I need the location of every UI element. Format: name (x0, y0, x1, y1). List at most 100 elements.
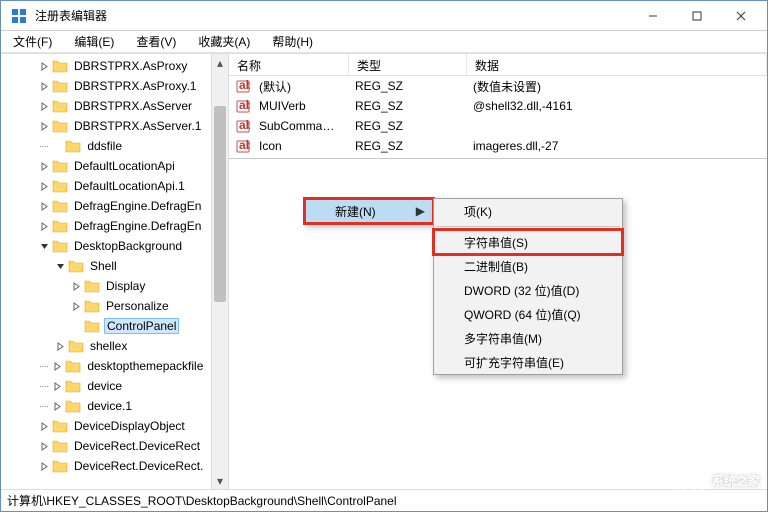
menu-view[interactable]: 查看(V) (130, 31, 182, 52)
column-type[interactable]: 类型 (349, 54, 467, 75)
tree-item[interactable]: ····device (1, 376, 228, 396)
expand-arrow-icon[interactable] (39, 101, 50, 112)
expand-arrow-icon[interactable] (71, 301, 82, 312)
menu-edit[interactable]: 编辑(E) (68, 31, 120, 52)
expand-arrow-icon[interactable] (55, 341, 66, 352)
menu-item-multi[interactable]: 多字符串值(M) (434, 326, 622, 350)
tree-item-label: ddsfile (85, 139, 124, 153)
folder-icon (52, 119, 68, 133)
menu-favorites[interactable]: 收藏夹(A) (192, 31, 256, 52)
tree-item-label: DBRSTPRX.AsProxy (72, 59, 189, 73)
tree-item[interactable]: ····desktopthemepackfile (1, 356, 228, 376)
expand-arrow-icon[interactable] (39, 61, 50, 72)
menu-item-label: 字符串值(S) (464, 234, 528, 251)
tree-item[interactable]: DefaultLocationApi.1 (1, 176, 228, 196)
submenu-new: 项(K) 字符串值(S) 二进制值(B) DWORD (32 位)值(D) QW… (433, 198, 623, 375)
tree-item[interactable]: Display (1, 276, 228, 296)
values-header: 名称 类型 数据 (229, 54, 767, 76)
folder-icon (84, 299, 100, 313)
tree-item-label: shellex (88, 339, 129, 353)
maximize-button[interactable] (675, 1, 719, 31)
tree-item[interactable]: DBRSTPRX.AsProxy (1, 56, 228, 76)
tree-item[interactable]: Shell (1, 256, 228, 276)
column-data[interactable]: 数据 (467, 54, 767, 75)
tree-item[interactable]: DBRSTPRX.AsServer (1, 96, 228, 116)
expand-arrow-icon[interactable] (52, 361, 63, 372)
expand-arrow-icon[interactable] (39, 121, 50, 132)
expand-arrow-icon[interactable] (71, 321, 82, 332)
close-button[interactable] (719, 1, 763, 31)
expand-arrow-icon[interactable] (71, 281, 82, 292)
folder-icon (65, 399, 81, 413)
menu-item-binary[interactable]: 二进制值(B) (434, 254, 622, 278)
expand-arrow-icon[interactable] (39, 241, 50, 252)
tree-item[interactable]: DBRSTPRX.AsProxy.1 (1, 76, 228, 96)
value-row[interactable]: abIconREG_SZimageres.dll,-27 (229, 136, 767, 156)
tree-item-label: DBRSTPRX.AsProxy.1 (72, 79, 198, 93)
menu-item-dword[interactable]: DWORD (32 位)值(D) (434, 278, 622, 302)
tree-item-label: DeviceDisplayObject (72, 419, 187, 433)
expand-arrow-icon[interactable] (52, 401, 63, 412)
submenu-arrow-icon: ▶ (416, 204, 425, 218)
regedit-icon (11, 8, 27, 24)
folder-icon (52, 459, 68, 473)
tree-item[interactable]: shellex (1, 336, 228, 356)
tree-item-label: DeviceRect.DeviceRect. (72, 459, 205, 473)
menu-file[interactable]: 文件(F) (7, 31, 58, 52)
column-name[interactable]: 名称 (229, 54, 349, 75)
menu-item-string[interactable]: 字符串值(S) (434, 230, 622, 254)
tree-item[interactable]: DBRSTPRX.AsServer.1 (1, 116, 228, 136)
tree-item-label: DBRSTPRX.AsServer.1 (72, 119, 203, 133)
value-row[interactable]: abSubCommandsREG_SZ (229, 116, 767, 136)
tree-item[interactable]: ····device.1 (1, 396, 228, 416)
value-type: REG_SZ (347, 119, 465, 133)
folder-icon (65, 379, 81, 393)
menu-item-new[interactable]: 新建(N) ▶ (305, 199, 433, 223)
value-row[interactable]: abMUIVerbREG_SZ@shell32.dll,-4161 (229, 96, 767, 116)
tree-item[interactable]: ···· ddsfile (1, 136, 228, 156)
tree-item-label: Display (104, 279, 147, 293)
tree-item-label: DefaultLocationApi (72, 159, 177, 173)
tree-item[interactable]: DefragEngine.DefragEn (1, 216, 228, 236)
menu-item-label: 二进制值(B) (464, 258, 528, 275)
tree-item[interactable]: DesktopBackground (1, 236, 228, 256)
expand-arrow-icon[interactable] (39, 161, 50, 172)
folder-icon (52, 419, 68, 433)
tree-item[interactable]: DeviceRect.DeviceRect. (1, 456, 228, 476)
expand-arrow-icon[interactable] (52, 381, 63, 392)
menu-help[interactable]: 帮助(H) (266, 31, 319, 52)
expand-arrow-icon[interactable] (55, 261, 66, 272)
folder-icon (52, 99, 68, 113)
value-data: @shell32.dll,-4161 (465, 99, 767, 113)
watermark: 系统之家 (672, 466, 760, 494)
value-row[interactable]: ab(默认)REG_SZ(数值未设置) (229, 76, 767, 96)
menu-item-expand[interactable]: 可扩充字符串值(E) (434, 350, 622, 374)
svg-text:ab: ab (239, 139, 250, 152)
expand-arrow-icon[interactable] (39, 461, 50, 472)
scroll-down-button[interactable]: ▾ (212, 472, 228, 489)
expand-arrow-icon[interactable] (39, 421, 50, 432)
expand-arrow-icon[interactable] (39, 441, 50, 452)
menu-item-qword[interactable]: QWORD (64 位)值(Q) (434, 302, 622, 326)
scroll-thumb[interactable] (214, 106, 226, 302)
tree-scrollbar[interactable]: ▴ ▾ (211, 54, 228, 489)
expand-arrow-icon[interactable] (39, 81, 50, 92)
tree-item[interactable]: DefaultLocationApi (1, 156, 228, 176)
tree-item[interactable]: DeviceDisplayObject (1, 416, 228, 436)
menu-item-label: 多字符串值(M) (464, 330, 542, 347)
svg-text:ab: ab (239, 99, 250, 112)
tree-item[interactable]: ControlPanel (1, 316, 228, 336)
tree-guide: ···· (39, 141, 52, 152)
expand-arrow-icon[interactable] (39, 201, 50, 212)
menu-item-key[interactable]: 项(K) (434, 199, 622, 223)
value-type: REG_SZ (347, 99, 465, 113)
expand-arrow-icon[interactable] (52, 141, 63, 152)
scroll-up-button[interactable]: ▴ (212, 54, 228, 71)
tree-item[interactable]: DefragEngine.DefragEn (1, 196, 228, 216)
minimize-button[interactable] (631, 1, 675, 31)
tree-item[interactable]: Personalize (1, 296, 228, 316)
folder-icon (52, 79, 68, 93)
expand-arrow-icon[interactable] (39, 181, 50, 192)
tree-item[interactable]: DeviceRect.DeviceRect (1, 436, 228, 456)
expand-arrow-icon[interactable] (39, 221, 50, 232)
